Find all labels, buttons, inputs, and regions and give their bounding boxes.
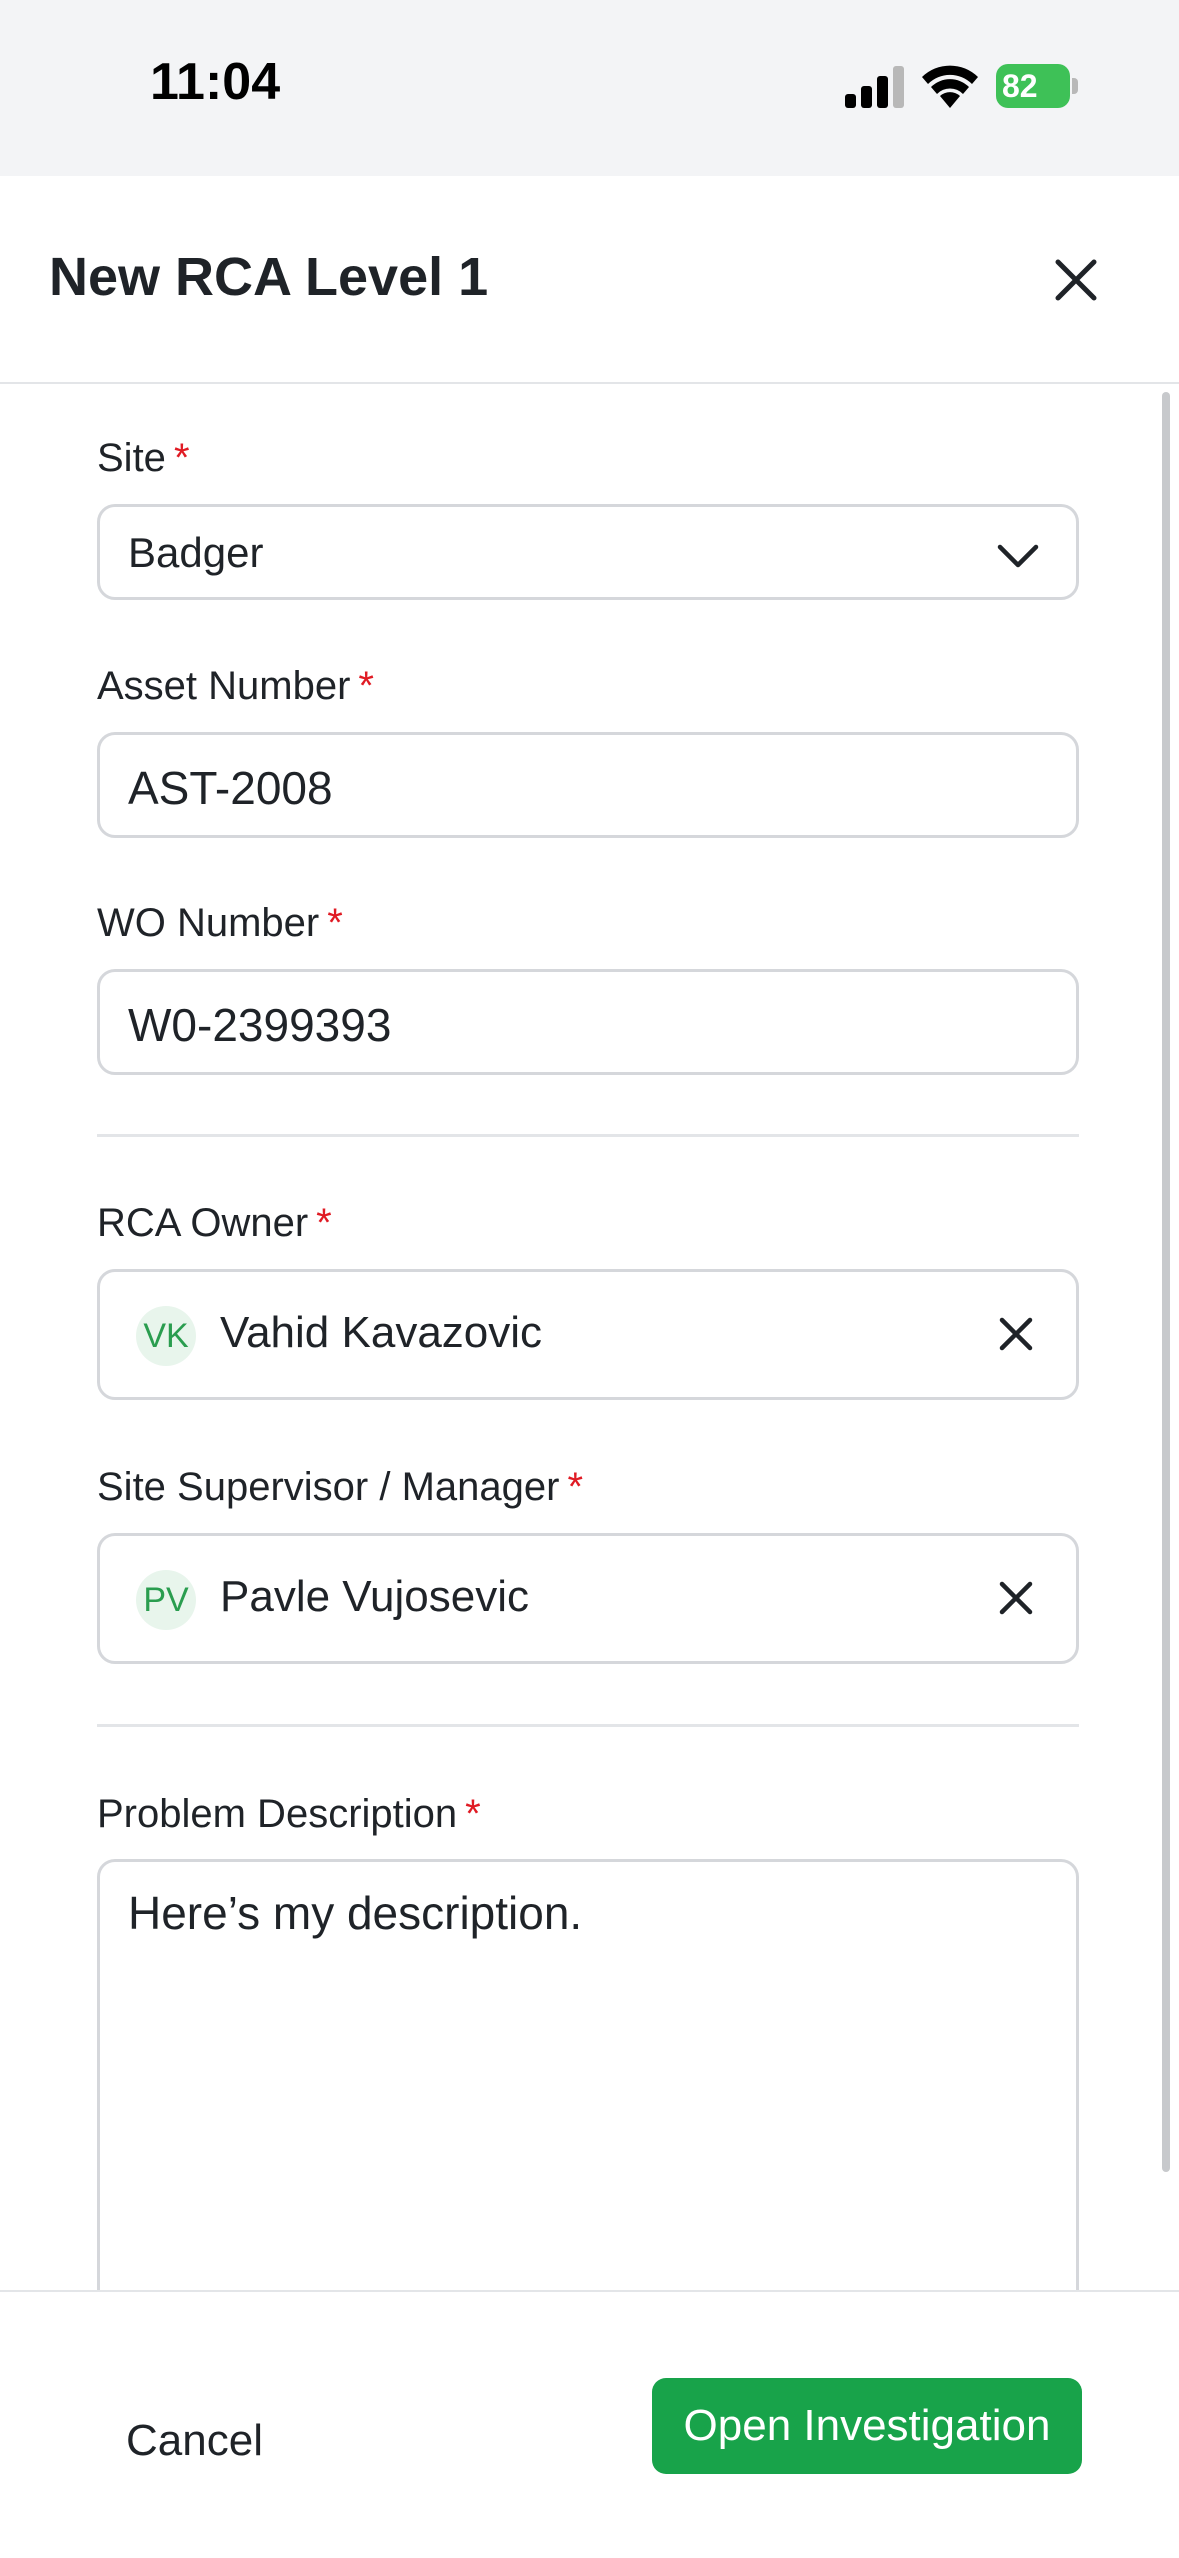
- rca-owner-label: RCA Owner *: [97, 1201, 332, 1246]
- section-divider: [97, 1724, 1079, 1727]
- modal-footer: Cancel Open Investigation: [0, 2290, 1179, 2558]
- open-investigation-button[interactable]: Open Investigation: [652, 2378, 1082, 2474]
- modal-header: New RCA Level 1: [0, 176, 1179, 384]
- avatar: VK: [136, 1306, 196, 1366]
- cancel-button[interactable]: Cancel: [126, 2416, 263, 2466]
- battery-icon: 82: [996, 64, 1078, 108]
- site-label: Site *: [97, 436, 190, 481]
- site-supervisor-name: Pavle Vujosevic: [220, 1572, 529, 1621]
- wo-number-value: W0-2399393: [128, 999, 392, 1051]
- required-mark: *: [358, 664, 374, 708]
- required-mark: *: [327, 901, 343, 945]
- section-divider: [97, 1134, 1079, 1137]
- wifi-icon: [922, 65, 978, 108]
- scrollbar[interactable]: [1162, 392, 1170, 2172]
- site-supervisor-label: Site Supervisor / Manager *: [97, 1465, 583, 1510]
- site-select[interactable]: Badger: [97, 504, 1079, 600]
- problem-description-textarea[interactable]: Here’s my description.: [97, 1859, 1079, 2290]
- asset-number-label-text: Asset Number: [97, 664, 351, 708]
- status-bar: 11:04 82: [0, 0, 1179, 176]
- wo-number-input[interactable]: W0-2399393: [97, 969, 1079, 1075]
- site-supervisor-picker[interactable]: PV Pavle Vujosevic: [97, 1533, 1079, 1664]
- status-time: 11:04: [150, 53, 281, 111]
- remove-owner-icon[interactable]: [996, 1314, 1036, 1354]
- battery-percent: 82: [1002, 68, 1038, 104]
- required-mark: *: [465, 1792, 481, 1836]
- rca-owner-name: Vahid Kavazovic: [220, 1308, 543, 1357]
- chevron-down-icon: [997, 544, 1039, 568]
- avatar: PV: [136, 1570, 196, 1630]
- problem-description-label: Problem Description *: [97, 1792, 481, 1837]
- remove-supervisor-icon[interactable]: [996, 1578, 1036, 1618]
- wo-number-label-text: WO Number: [97, 901, 320, 945]
- battery-cap: [1072, 78, 1078, 94]
- site-label-text: Site: [97, 436, 166, 480]
- problem-description-value: Here’s my description.: [128, 1887, 583, 1939]
- rca-form: Site * Badger Asset Number * AST-2008 WO N…: [0, 384, 1179, 2290]
- asset-number-input[interactable]: AST-2008: [97, 732, 1079, 838]
- problem-description-label-text: Problem Description: [97, 1792, 458, 1836]
- asset-number-label: Asset Number *: [97, 664, 374, 709]
- cellular-signal-icon: [845, 66, 904, 108]
- required-mark: *: [316, 1201, 332, 1245]
- site-select-value: Badger: [128, 529, 264, 576]
- site-supervisor-label-text: Site Supervisor / Manager: [97, 1465, 560, 1509]
- page-title: New RCA Level 1: [49, 247, 489, 307]
- battery-level: 82: [996, 64, 1070, 108]
- required-mark: *: [567, 1465, 584, 1509]
- rca-owner-picker[interactable]: VK Vahid Kavazovic: [97, 1269, 1079, 1400]
- rca-owner-label-text: RCA Owner: [97, 1201, 309, 1245]
- required-mark: *: [173, 436, 190, 480]
- asset-number-value: AST-2008: [128, 762, 333, 814]
- wo-number-label: WO Number *: [97, 901, 343, 946]
- close-icon[interactable]: [1050, 254, 1102, 306]
